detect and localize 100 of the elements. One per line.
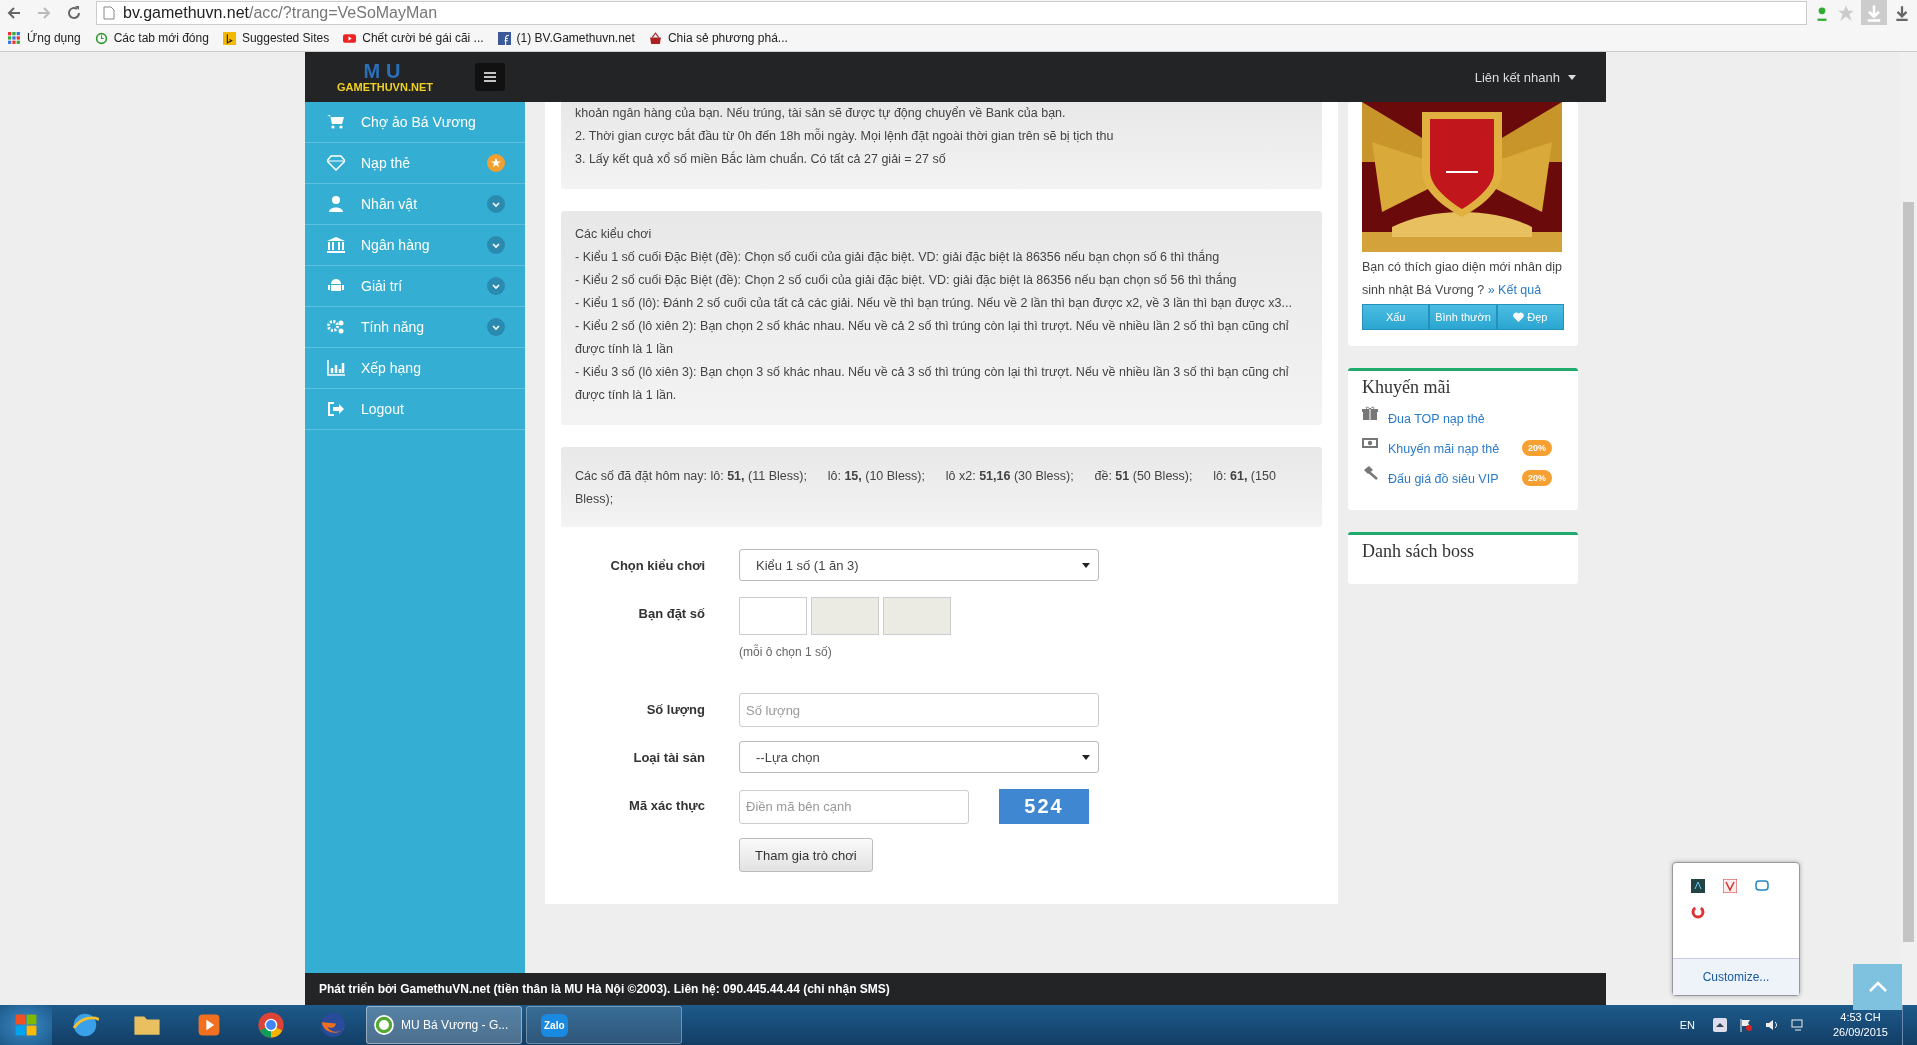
vote-button[interactable]: Bình thườn — [1429, 304, 1497, 330]
promo-link[interactable]: Đua TOP nạp thẻ — [1388, 412, 1564, 426]
sidebar-item[interactable]: Xếp hạng — [305, 348, 525, 389]
sidebar-item[interactable]: Giải trí — [305, 266, 525, 307]
join-game-button[interactable]: Tham gia trò chơi — [739, 838, 873, 872]
reload-icon[interactable] — [66, 4, 82, 21]
star-badge-icon — [487, 154, 505, 172]
sidebar-item[interactable]: Ngân hàng — [305, 225, 525, 266]
mode-description: - Kiểu 1 số (lô): Đánh 2 số cuối của tất cả các giải. Nếu về thì bạn trúng. Nếu về 2 lần thì bạn được x2, về 3 lần thì bạn được x3... — [575, 295, 1293, 312]
results-link[interactable]: » Kết quả — [1487, 283, 1542, 297]
sidebar-item[interactable]: Nạp thẻ — [305, 143, 525, 184]
v-icon[interactable] — [1723, 879, 1737, 893]
field-label: Bạn đặt số — [637, 605, 706, 623]
dropdown[interactable]: --Lựa chọn — [739, 741, 1099, 773]
discount-badge: 20% — [1522, 470, 1552, 486]
network-icon[interactable] — [1790, 1018, 1805, 1032]
mode-description: - Kiểu 1 số cuối Đặc Biệt (đề): Chọn số cuối của giải đặc biệt. VD: giải đặc biệt là 86356 nếu bạn chọn số 6 thì thắng — [575, 248, 1221, 266]
taskbar-window-button[interactable]: MU Bá Vương - G... — [366, 1006, 522, 1044]
clock[interactable]: 4:53 CH 26/09/2015 — [1832, 1010, 1888, 1040]
banknote-icon — [1362, 436, 1378, 450]
chevron-down-icon — [487, 195, 505, 213]
widget-title: Danh sách boss — [1362, 541, 1475, 562]
game-app-icon — [373, 1014, 395, 1036]
placed-numbers-text: Các số đã đặt hôm nay: lô: 51, (11 Bless); lô: 15, (10 Bless); lô x2: 51,16 (30 Bless); đề: 51 (50 Bless); lô: 61, (150 Bless); — [575, 468, 1277, 508]
vote-button[interactable]: Xấu — [1362, 304, 1430, 330]
star-icon[interactable] — [1837, 3, 1855, 22]
bookmark[interactable]: Ứng dụng — [8, 31, 81, 45]
chevron-up-icon — [1867, 981, 1888, 993]
person-icon — [327, 196, 345, 212]
poll-question: Bạn có thích giao diện mới nhân dịp sinh nhật Bá Vương ? » Kết quả — [1362, 259, 1563, 299]
promo-link[interactable]: Đấu giá đồ siêu VIP — [1388, 472, 1512, 486]
bank-icon — [327, 237, 345, 253]
quantity-field[interactable]: Số lượng — [739, 693, 1099, 727]
address-bar[interactable]: bv.gamethuvn.net/acc/?trang=VeSoMayMan — [96, 0, 1807, 25]
time-text: 4:53 CH — [1840, 1010, 1881, 1025]
app-icon[interactable] — [1691, 879, 1705, 893]
gift-icon — [1362, 406, 1378, 420]
bookmark[interactable]: Các tab mới đóng — [94, 31, 209, 45]
language-indicator[interactable]: EN — [1679, 1019, 1695, 1031]
heart-icon — [1513, 312, 1525, 322]
history-icon — [94, 31, 108, 45]
basket-icon — [648, 31, 662, 45]
customize-link[interactable]: Customize... — [1673, 958, 1799, 995]
sidebar-item[interactable]: Logout — [305, 389, 525, 430]
caret-icon — [1568, 74, 1576, 80]
chevron-down-icon — [487, 318, 505, 336]
diamond-icon — [327, 155, 345, 171]
promo-link[interactable]: Khuyến mãi nạp thẻ — [1388, 442, 1512, 456]
dropdown[interactable]: Kiểu 1 số (1 ăn 3) — [739, 549, 1099, 581]
footer-text: Phát triển bởi GamethuVN.net (tiền thân là MU Hà Nội ©2003). Liên hệ: 090.445.44.44 (chỉ nhận SMS) — [319, 982, 890, 996]
site-logo[interactable]: MU GAMETHUVN.NET — [325, 57, 445, 97]
media-player-icon — [196, 1012, 222, 1038]
rule-text: 3. Lấy kết quả xổ số miền Bắc làm chuẩn. Có tất cả 27 giải = 27 số — [575, 150, 947, 168]
firefox-icon — [319, 1011, 347, 1039]
exit-icon — [327, 401, 345, 417]
bookmark[interactable]: Suggested Sites — [222, 31, 330, 45]
chrome-icon — [257, 1011, 285, 1039]
rule-text: khoản ngân hàng của bạn. Nếu trúng, tài sản sẽ được tự động chuyển về Bank của bạn. — [575, 105, 1067, 122]
field-label: Loại tài sản — [632, 749, 706, 767]
facebook-icon — [497, 31, 511, 45]
bing-icon — [222, 31, 236, 45]
chat-icon[interactable] — [1755, 879, 1769, 893]
menu-icon — [484, 72, 496, 82]
download-icon[interactable] — [1893, 3, 1911, 22]
bookmark[interactable]: Chia sẻ phương phá... — [648, 31, 788, 45]
ring-icon[interactable] — [1691, 905, 1705, 919]
flag-icon[interactable] — [1738, 1018, 1753, 1032]
globe-icon — [71, 1011, 99, 1039]
date-text: 26/09/2015 — [1832, 1025, 1888, 1040]
page-icon — [103, 5, 115, 20]
caret-icon — [1082, 562, 1090, 568]
robot-icon — [327, 278, 345, 294]
sidebar-item[interactable]: Tính năng — [305, 307, 525, 348]
widget-title: Khuyến mãi — [1362, 377, 1452, 398]
back-icon[interactable] — [6, 4, 22, 21]
bookmark[interactable]: (1) BV.Gamethuvn.net — [497, 31, 635, 45]
digit-field[interactable] — [739, 597, 807, 635]
windows-logo-icon — [13, 1012, 39, 1038]
field-hint: (mỗi ô chọn 1 số) — [739, 645, 833, 659]
taskbar-window-button[interactable]: Zalo — [526, 1006, 682, 1044]
sidebar-item[interactable]: Nhân vật — [305, 184, 525, 225]
field-label: Số lượng — [645, 701, 706, 719]
start-button[interactable] — [0, 1005, 52, 1045]
speaker-icon[interactable] — [1764, 1018, 1779, 1032]
mode-description: - Kiểu 2 số cuối Đặc Biệt (đề): Chọn 2 số cuối của giải đặc biệt. VD: giải đặc biệt là 86356 nếu bạn chọn số 56 thì thắng — [575, 271, 1238, 289]
show-hidden-icons-icon[interactable] — [1712, 1018, 1727, 1032]
caret-icon — [1082, 754, 1090, 760]
chevron-down-icon — [487, 277, 505, 295]
apps-grid-icon — [8, 31, 21, 45]
gears-icon — [327, 319, 345, 335]
field-label: Mã xác thực — [628, 797, 706, 815]
vote-button[interactable]: Đẹp — [1496, 304, 1564, 330]
menu-button[interactable] — [475, 63, 505, 91]
sidebar-item[interactable]: Chợ ảo Bá Vương — [305, 102, 525, 143]
captcha-image: 524 — [999, 789, 1089, 824]
video-play-icon — [343, 31, 357, 45]
quick-links-dropdown[interactable]: Liên kết nhanh — [1468, 68, 1582, 86]
rule-text: 2. Thời gian cược bắt đầu từ 0h đến 18h mỗi ngày. Mọi lệnh đặt ngoài thời gian trên sẽ bị tịch thu — [575, 127, 1115, 145]
bookmark[interactable]: Chết cười bé gái cãi ... — [343, 31, 484, 45]
captcha-field[interactable]: Điền mã bên cạnh — [739, 789, 969, 824]
